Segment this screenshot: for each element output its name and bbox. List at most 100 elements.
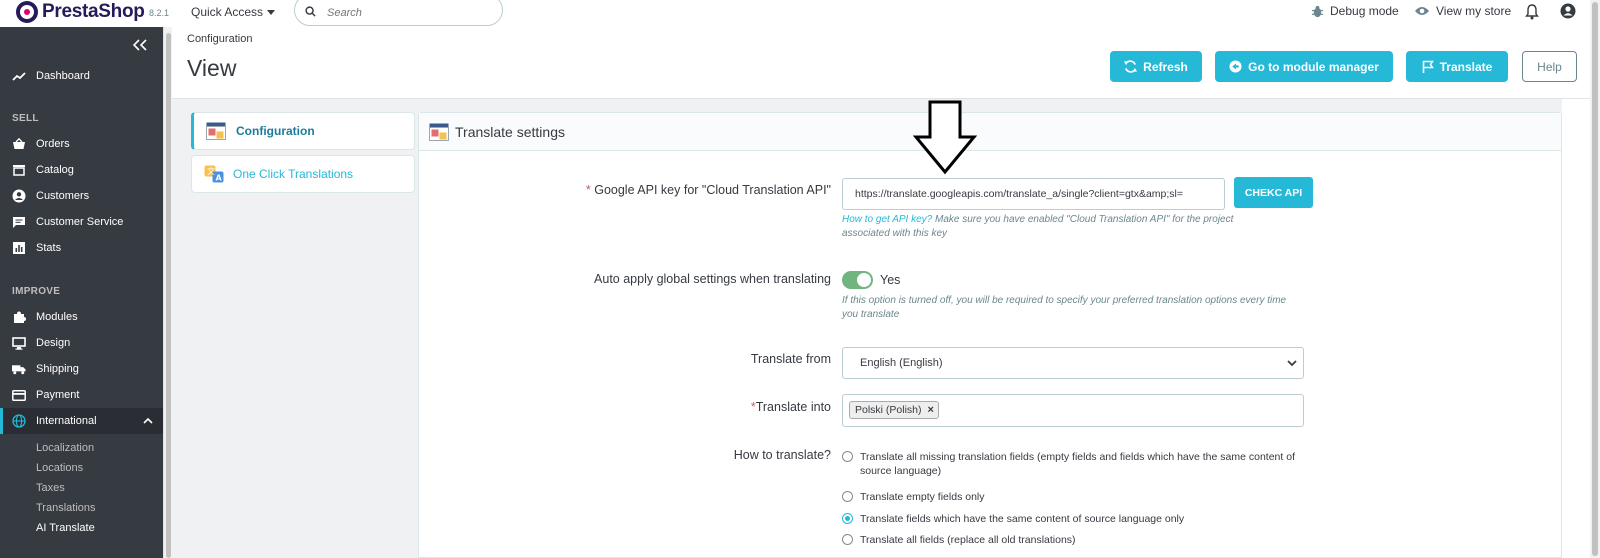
credit-card-icon (12, 388, 26, 402)
tab-configuration[interactable]: Configuration (191, 112, 415, 150)
radio-option-label: Translate empty fields only (860, 491, 985, 503)
radio-button[interactable] (842, 451, 853, 462)
version-label: 8.2.1 (149, 8, 170, 18)
debug-mode-indicator[interactable]: Debug mode (1311, 4, 1399, 18)
panel-header: Translate settings (419, 113, 1561, 151)
language-tag: Polski (Polish) × (849, 401, 939, 419)
chevron-up-icon (143, 417, 153, 424)
auto-apply-help-text-2: you translate (842, 309, 900, 320)
sidebar-item-label: International (36, 415, 97, 427)
translate-from-select[interactable]: English (English) (842, 347, 1304, 379)
sidebar-item-orders[interactable]: Orders (0, 131, 163, 157)
globe-icon (12, 414, 26, 428)
sidebar-item-label: Catalog (36, 164, 74, 176)
radio-option-line: source language) (860, 465, 942, 477)
api-key-label: * Google API key for "Cloud Translation … (586, 183, 831, 197)
translate-into-label-text: Translate into (755, 400, 831, 414)
sidebar-item-dashboard[interactable]: Dashboard (0, 63, 163, 89)
top-header: PrestaShop 8.2.1 Quick Access Debug mode… (0, 0, 1600, 27)
sidebar-item-stats[interactable]: Stats (0, 235, 163, 261)
check-api-label: CHEKC API (1244, 186, 1303, 199)
auto-apply-value: Yes (880, 273, 901, 287)
tab-one-click-translations[interactable]: 文A One Click Translations (191, 155, 415, 193)
api-key-help-text-2: associated with this key (842, 228, 948, 239)
sidebar-item-catalog[interactable]: Catalog (0, 157, 163, 183)
radio-option-empty-only[interactable]: Translate empty fields only (842, 490, 985, 504)
sidebar-item-customer-service[interactable]: Customer Service (0, 209, 163, 235)
truck-icon (12, 362, 26, 376)
radio-option-all-fields[interactable]: Translate all fields (replace all old tr… (842, 533, 1076, 547)
auto-apply-toggle[interactable] (842, 271, 873, 289)
module-manager-button[interactable]: Go to module manager (1215, 51, 1393, 82)
sidebar-subitem-locations[interactable]: Locations (36, 462, 83, 474)
account-circle-icon (12, 189, 26, 203)
radio-option-same-content-only[interactable]: Translate fields which have the same con… (842, 512, 1184, 526)
translate-from-label: Translate from (750, 352, 831, 366)
api-key-input[interactable]: https://translate.googleapis.com/transla… (842, 178, 1225, 210)
view-store-link[interactable]: View my store (1414, 4, 1511, 18)
sidebar-item-label: Design (36, 337, 71, 349)
sidebar-subitem-ai-translate[interactable]: AI Translate (36, 522, 95, 534)
remove-tag-icon[interactable]: × (928, 404, 934, 416)
help-label: Help (1537, 59, 1562, 74)
translate-button[interactable]: Translate (1406, 51, 1508, 82)
bar-chart-icon (12, 241, 26, 255)
quick-access-dropdown[interactable]: Quick Access (191, 5, 276, 19)
api-key-help-link[interactable]: How to get API key? (842, 214, 932, 225)
sidebar-subitem-translations[interactable]: Translations (36, 502, 96, 514)
svg-text:A: A (216, 174, 223, 183)
refresh-icon (1124, 60, 1138, 73)
search-box[interactable] (294, 0, 503, 26)
sidebar-item-shipping[interactable]: Shipping (0, 356, 163, 382)
translate-language-icon: 文A (204, 165, 224, 183)
radio-option-all-missing[interactable]: Translate all missing translation fields… (842, 450, 1295, 478)
prestashop-logo[interactable]: PrestaShop (16, 1, 145, 23)
sidebar-item-customers[interactable]: Customers (0, 183, 163, 209)
sidebar-scrollbar[interactable] (163, 27, 172, 558)
sidebar-item-payment[interactable]: Payment (0, 382, 163, 408)
sell-section-title: SELL (12, 113, 39, 124)
store-icon (12, 163, 26, 177)
chat-icon (12, 215, 26, 229)
account-icon[interactable] (1560, 3, 1576, 19)
translate-from-value: English (English) (860, 357, 943, 369)
module-manager-label: Go to module manager (1248, 59, 1379, 74)
required-marker: * (585, 183, 595, 197)
sidebar-subitem-taxes[interactable]: Taxes (36, 482, 65, 494)
radio-button[interactable] (842, 491, 853, 502)
sidebar-scrollbar-thumb[interactable] (166, 33, 171, 558)
collapse-sidebar-icon[interactable] (133, 39, 147, 51)
check-api-button[interactable]: CHEKC API (1234, 177, 1313, 208)
trending-up-icon (12, 69, 26, 83)
translation-config-icon (206, 122, 226, 140)
page-scrollbar-thumb[interactable] (1592, 2, 1598, 556)
radio-button[interactable] (842, 534, 853, 545)
bug-icon (1311, 5, 1324, 17)
sidebar-item-modules[interactable]: Modules (0, 304, 163, 330)
translate-into-multiselect[interactable]: Polski (Polish) × (842, 394, 1304, 427)
sidebar-item-international[interactable]: International (0, 408, 163, 434)
sidebar-item-label: Shipping (36, 363, 79, 375)
auto-apply-help-text: If this option is turned off, you will b… (842, 295, 1287, 306)
breadcrumb[interactable]: Configuration (187, 33, 252, 45)
page-scrollbar[interactable] (1590, 0, 1600, 558)
desktop-icon (12, 336, 26, 350)
translation-settings-icon (429, 123, 449, 141)
help-button[interactable]: Help (1522, 51, 1577, 82)
radio-button-selected[interactable] (842, 513, 853, 524)
sidebar-subitem-localization[interactable]: Localization (36, 442, 94, 454)
radio-option-line: Translate all missing translation fields… (860, 451, 1295, 463)
bell-icon[interactable] (1525, 4, 1539, 20)
refresh-button[interactable]: Refresh (1110, 51, 1202, 82)
auto-apply-help: If this option is turned off, you will b… (842, 294, 1286, 322)
eye-icon (1415, 7, 1429, 15)
panel-title: Translate settings (455, 123, 565, 140)
refresh-label: Refresh (1143, 59, 1188, 74)
sidebar-item-design[interactable]: Design (0, 330, 163, 356)
radio-option-label: Translate fields which have the same con… (860, 513, 1185, 525)
prestashop-logo-icon (16, 1, 38, 23)
search-icon (305, 6, 316, 17)
sidebar-item-label: Payment (36, 389, 80, 401)
down-arrow-annotation-icon (913, 100, 977, 175)
search-input[interactable] (327, 7, 487, 19)
